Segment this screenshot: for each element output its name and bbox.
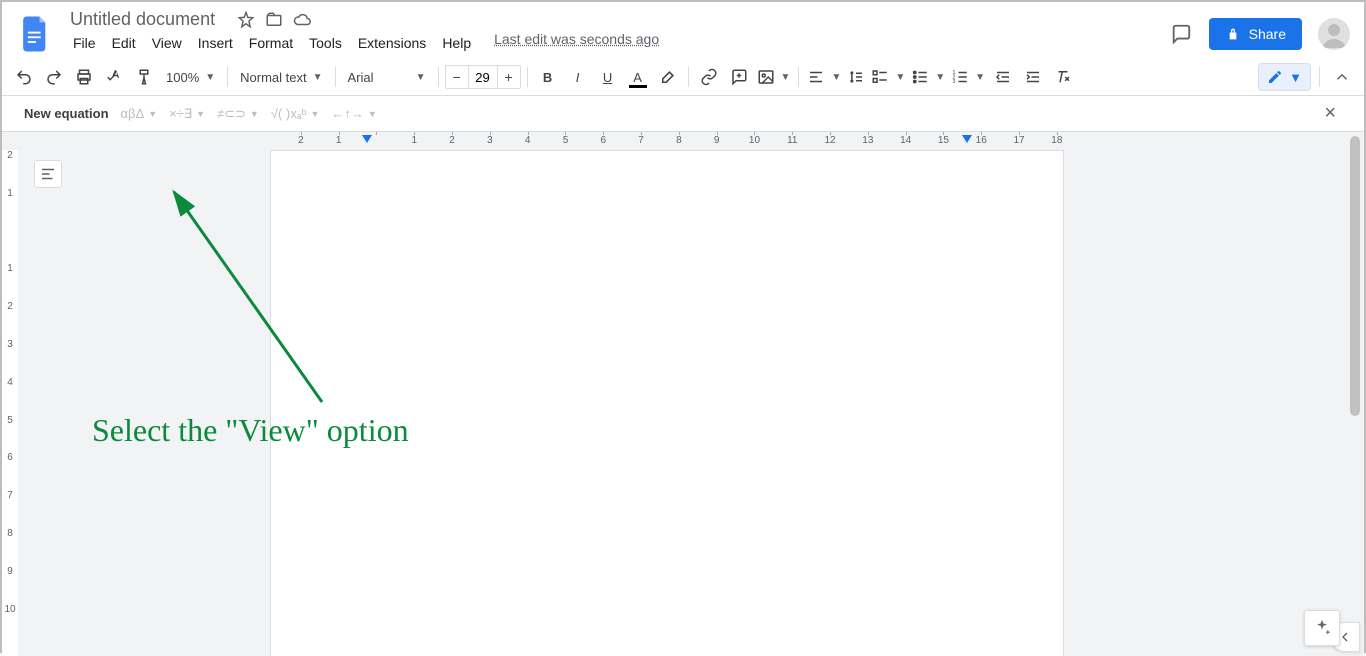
style-value: Normal text <box>240 70 306 85</box>
add-comment-icon[interactable] <box>725 63 753 91</box>
document-canvas: 21123456789101112131415161718 2112345678… <box>2 132 1364 656</box>
menu-tools[interactable]: Tools <box>302 31 349 55</box>
font-select[interactable]: Arial ▼ <box>342 63 432 91</box>
move-icon[interactable] <box>265 11 283 29</box>
separator <box>335 67 336 87</box>
zoom-value: 100% <box>166 70 199 85</box>
document-outline-icon[interactable] <box>34 160 62 188</box>
decrease-indent-icon[interactable] <box>989 63 1017 91</box>
eq-operators-select[interactable]: ×÷∃▼ <box>169 106 205 122</box>
eq-relations-select[interactable]: ≠⊂⊃▼ <box>217 106 259 122</box>
increase-indent-icon[interactable] <box>1019 63 1047 91</box>
cloud-status-icon[interactable] <box>293 11 311 29</box>
new-equation-button[interactable]: New equation <box>24 106 109 121</box>
checklist-button[interactable]: ▼ <box>869 63 907 91</box>
chevron-down-icon: ▼ <box>895 72 905 83</box>
zoom-select[interactable]: 100% ▼ <box>160 63 221 91</box>
eq-greek-select[interactable]: αβΔ▼ <box>121 106 158 121</box>
redo-icon[interactable] <box>40 63 68 91</box>
separator <box>688 67 689 87</box>
font-value: Arial <box>348 70 374 85</box>
menu-extensions[interactable]: Extensions <box>351 31 433 55</box>
italic-button[interactable]: I <box>564 63 592 91</box>
star-icon[interactable] <box>237 11 255 29</box>
print-icon[interactable] <box>70 63 98 91</box>
editing-mode-select[interactable]: ▼ <box>1258 63 1311 91</box>
equation-toolbar: New equation αβΔ▼ ×÷∃▼ ≠⊂⊃▼ √( )xₐᵇ▼ ←↑→… <box>2 96 1364 132</box>
last-edit-link[interactable]: Last edit was seconds ago <box>494 31 659 55</box>
eq-math-select[interactable]: √( )xₐᵇ▼ <box>271 106 320 121</box>
hide-menus-icon[interactable] <box>1328 63 1356 91</box>
text-color-button[interactable]: A <box>624 63 652 91</box>
menu-edit[interactable]: Edit <box>105 31 143 55</box>
menubar: File Edit View Insert Format Tools Exten… <box>64 31 659 59</box>
font-size-input[interactable] <box>468 66 498 88</box>
spellcheck-icon[interactable] <box>100 63 128 91</box>
highlight-color-button[interactable] <box>654 63 682 91</box>
left-margin-marker[interactable] <box>362 135 372 148</box>
horizontal-ruler[interactable]: 21123456789101112131415161718 <box>22 132 1344 148</box>
account-avatar[interactable] <box>1318 18 1350 50</box>
menu-help[interactable]: Help <box>435 31 478 55</box>
paragraph-style-select[interactable]: Normal text ▼ <box>234 63 328 91</box>
numbered-list-button[interactable]: 123▼ <box>949 63 987 91</box>
chevron-down-icon: ▼ <box>781 72 791 83</box>
separator <box>798 67 799 87</box>
menu-format[interactable]: Format <box>242 31 300 55</box>
chevron-down-icon: ▼ <box>313 72 323 83</box>
bulleted-list-button[interactable]: ▼ <box>909 63 947 91</box>
decrease-font-button[interactable]: − <box>446 69 468 85</box>
chevron-down-icon: ▼ <box>935 72 945 83</box>
explore-button[interactable] <box>1304 610 1340 646</box>
paint-format-icon[interactable] <box>130 63 158 91</box>
menu-view[interactable]: View <box>145 31 189 55</box>
share-label: Share <box>1249 26 1286 42</box>
svg-text:3: 3 <box>953 79 956 85</box>
eq-arrows-select[interactable]: ←↑→▼ <box>331 106 376 121</box>
undo-icon[interactable] <box>10 63 38 91</box>
separator <box>227 67 228 87</box>
chevron-down-icon: ▼ <box>416 72 426 83</box>
doc-title[interactable]: Untitled document <box>64 8 221 31</box>
chevron-down-icon: ▼ <box>831 72 841 83</box>
close-equation-bar-icon[interactable]: × <box>1318 102 1342 125</box>
menu-file[interactable]: File <box>66 31 103 55</box>
insert-image-button[interactable]: ▼ <box>755 63 793 91</box>
bold-button[interactable]: B <box>534 63 562 91</box>
insert-link-icon[interactable] <box>695 63 723 91</box>
vertical-scrollbar[interactable] <box>1348 132 1362 656</box>
underline-button[interactable]: U <box>594 63 622 91</box>
vertical-ruler[interactable]: 2112345678910 <box>2 150 18 656</box>
separator <box>438 67 439 87</box>
separator <box>1319 67 1320 87</box>
menu-insert[interactable]: Insert <box>191 31 240 55</box>
increase-font-button[interactable]: + <box>498 69 520 85</box>
chevron-down-icon: ▼ <box>205 72 215 83</box>
align-button[interactable]: ▼ <box>805 63 843 91</box>
right-margin-marker[interactable] <box>962 135 972 148</box>
separator <box>527 67 528 87</box>
comments-history-icon[interactable] <box>1169 22 1193 46</box>
line-spacing-button[interactable] <box>845 63 867 91</box>
share-button[interactable]: Share <box>1209 18 1302 50</box>
font-size-stepper: − + <box>445 65 521 89</box>
document-page[interactable] <box>270 150 1064 656</box>
chevron-down-icon: ▼ <box>975 72 985 83</box>
chevron-down-icon: ▼ <box>1289 70 1302 85</box>
clear-formatting-icon[interactable] <box>1049 63 1077 91</box>
docs-logo[interactable] <box>16 14 56 54</box>
toolbar: 100%▼ Normal text▼ Arial▼ − + B I U A ▼ … <box>2 59 1364 96</box>
